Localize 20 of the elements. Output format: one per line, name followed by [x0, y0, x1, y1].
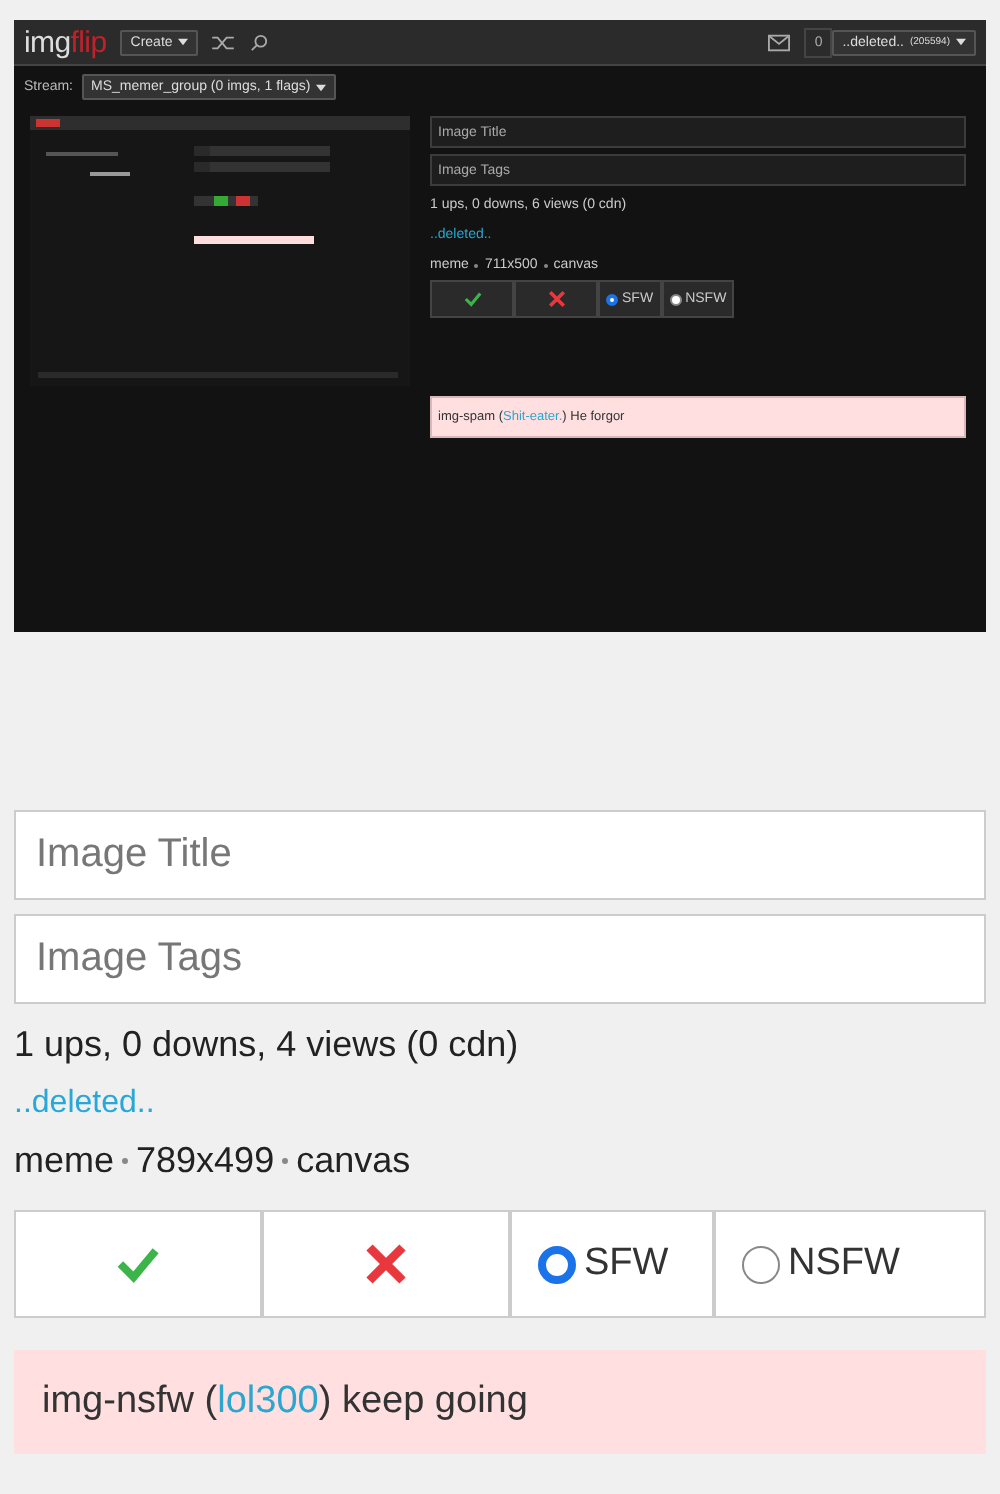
logo[interactable]: imgflip	[24, 25, 107, 59]
checkmark-icon	[463, 290, 481, 308]
cross-icon	[547, 290, 565, 308]
flag-message: img-nsfw (lol300) keep going	[14, 1350, 986, 1454]
rating-radio[interactable]: NSFW	[714, 1210, 986, 1318]
meta-text: canvas	[296, 1140, 411, 1182]
approve-button[interactable]	[430, 280, 514, 318]
cross-icon	[364, 1242, 408, 1286]
mail-icon[interactable]	[768, 33, 791, 51]
caret-icon	[316, 83, 327, 91]
rating-radio[interactable]: SFW	[510, 1210, 714, 1318]
checkmark-icon	[116, 1242, 160, 1286]
search-icon[interactable]	[248, 33, 271, 51]
meta-text: 789x499	[136, 1140, 275, 1182]
reject-button[interactable]	[514, 280, 598, 318]
shuffle-icon[interactable]	[212, 33, 235, 51]
caret-icon	[178, 38, 189, 46]
meta-text: meme	[14, 1140, 115, 1182]
stats-text: 1 ups, 0 downs, 4 views (0 cdn)	[14, 1024, 521, 1066]
caret-icon	[956, 38, 966, 46]
